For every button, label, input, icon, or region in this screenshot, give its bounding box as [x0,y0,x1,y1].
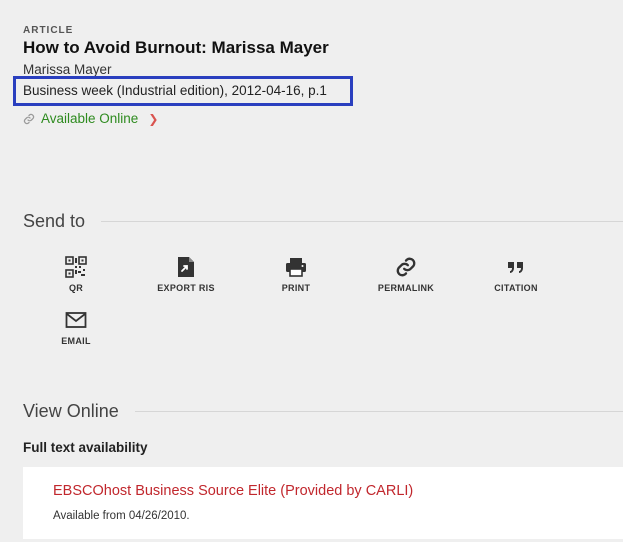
send-qr-button[interactable]: QR [40,255,112,293]
chevron-right-icon: ❯ [148,111,159,126]
quote-icon [480,255,552,279]
article-type-label: ARTICLE [23,25,74,36]
record-source: Business week (Industrial edition), 2012… [23,83,327,98]
send-permalink-button[interactable]: PERMALINK [370,255,442,293]
send-citation-label: CITATION [494,283,538,293]
full-text-availability-label: Full text availability [23,440,148,455]
printer-icon [260,255,332,279]
send-permalink-label: PERMALINK [377,283,435,293]
file-export-icon [150,255,222,279]
send-export-ris-button[interactable]: EXPORT RIS [150,255,222,293]
send-email-label: EMAIL [61,336,91,346]
send-print-button[interactable]: PRINT [260,255,332,293]
available-online-link[interactable]: Available Online ❯ [23,111,158,126]
available-online-label: Available Online [41,111,139,126]
view-online-section-header: View Online [23,401,623,422]
provider-link[interactable]: EBSCOhost Business Source Elite (Provide… [53,483,413,499]
view-online-heading: View Online [23,401,119,421]
send-export-ris-label: EXPORT RIS [157,283,215,293]
link-icon [23,113,35,125]
send-citation-button[interactable]: CITATION [480,255,552,293]
record-title[interactable]: How to Avoid Burnout: Marissa Mayer [23,38,329,58]
send-to-section-header: Send to [23,211,623,232]
section-divider [101,221,623,222]
send-to-heading: Send to [23,211,86,231]
send-qr-label: QR [68,283,84,293]
availability-note: Available from 04/26/2010. [53,510,190,522]
send-print-label: PRINT [281,283,311,293]
qr-code-icon [40,255,112,279]
envelope-icon [40,308,112,332]
send-email-button[interactable]: EMAIL [40,308,112,346]
record-author[interactable]: Marissa Mayer [23,62,112,77]
link-icon [370,255,442,279]
section-divider [134,411,623,412]
full-text-service-card: EBSCOhost Business Source Elite (Provide… [23,467,623,539]
